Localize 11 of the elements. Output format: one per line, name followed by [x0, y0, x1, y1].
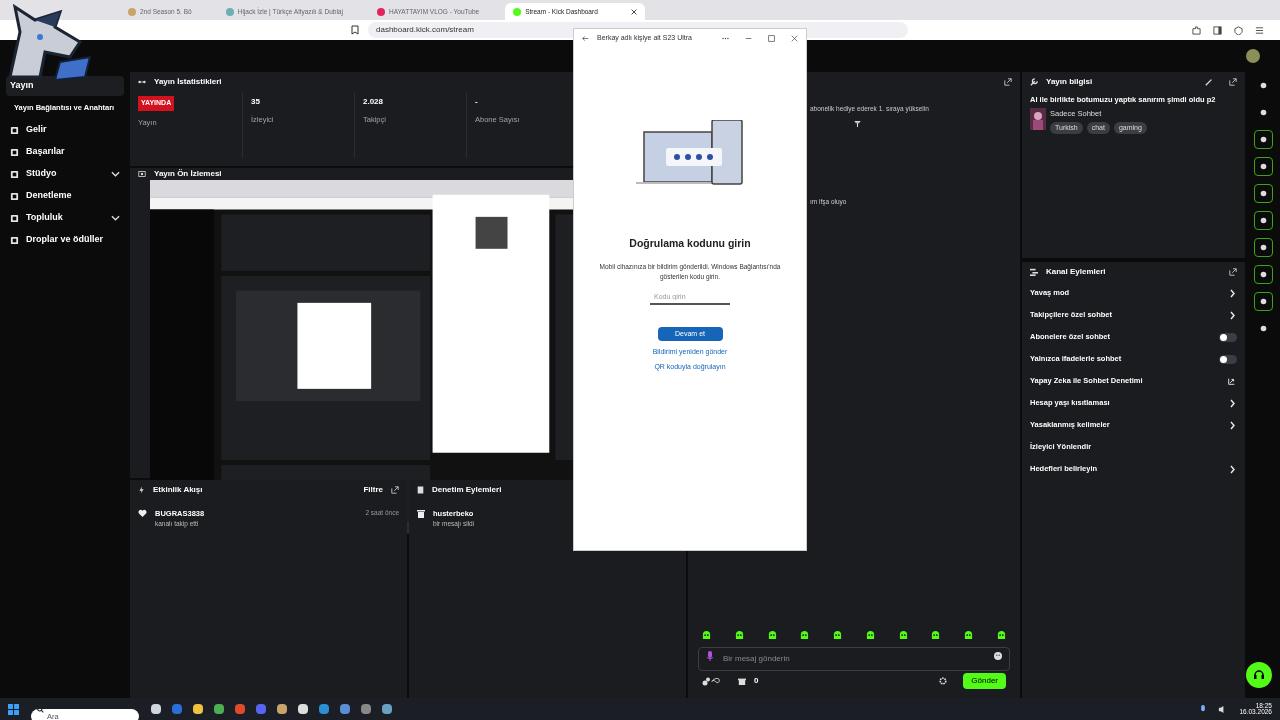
panel-title: Yayın Ön İzlemesi: [154, 168, 222, 180]
dialog-heading: Doğrulama kodunu girin: [629, 236, 751, 251]
stat-value: 2.028: [363, 96, 384, 108]
panel-title: Kanal Eylemleri: [1046, 266, 1107, 278]
panel-title: Yayın bilgisi: [1046, 76, 1094, 88]
stat-value: 35: [251, 96, 260, 108]
panel-title: Etkinlik Akışı: [153, 484, 204, 496]
panel-title: Denetim Eylemleri: [432, 484, 502, 496]
stat-value: -: [475, 96, 478, 108]
points-count: 0: [754, 675, 760, 687]
panel-title: Yayın İstatistikleri: [154, 76, 222, 88]
